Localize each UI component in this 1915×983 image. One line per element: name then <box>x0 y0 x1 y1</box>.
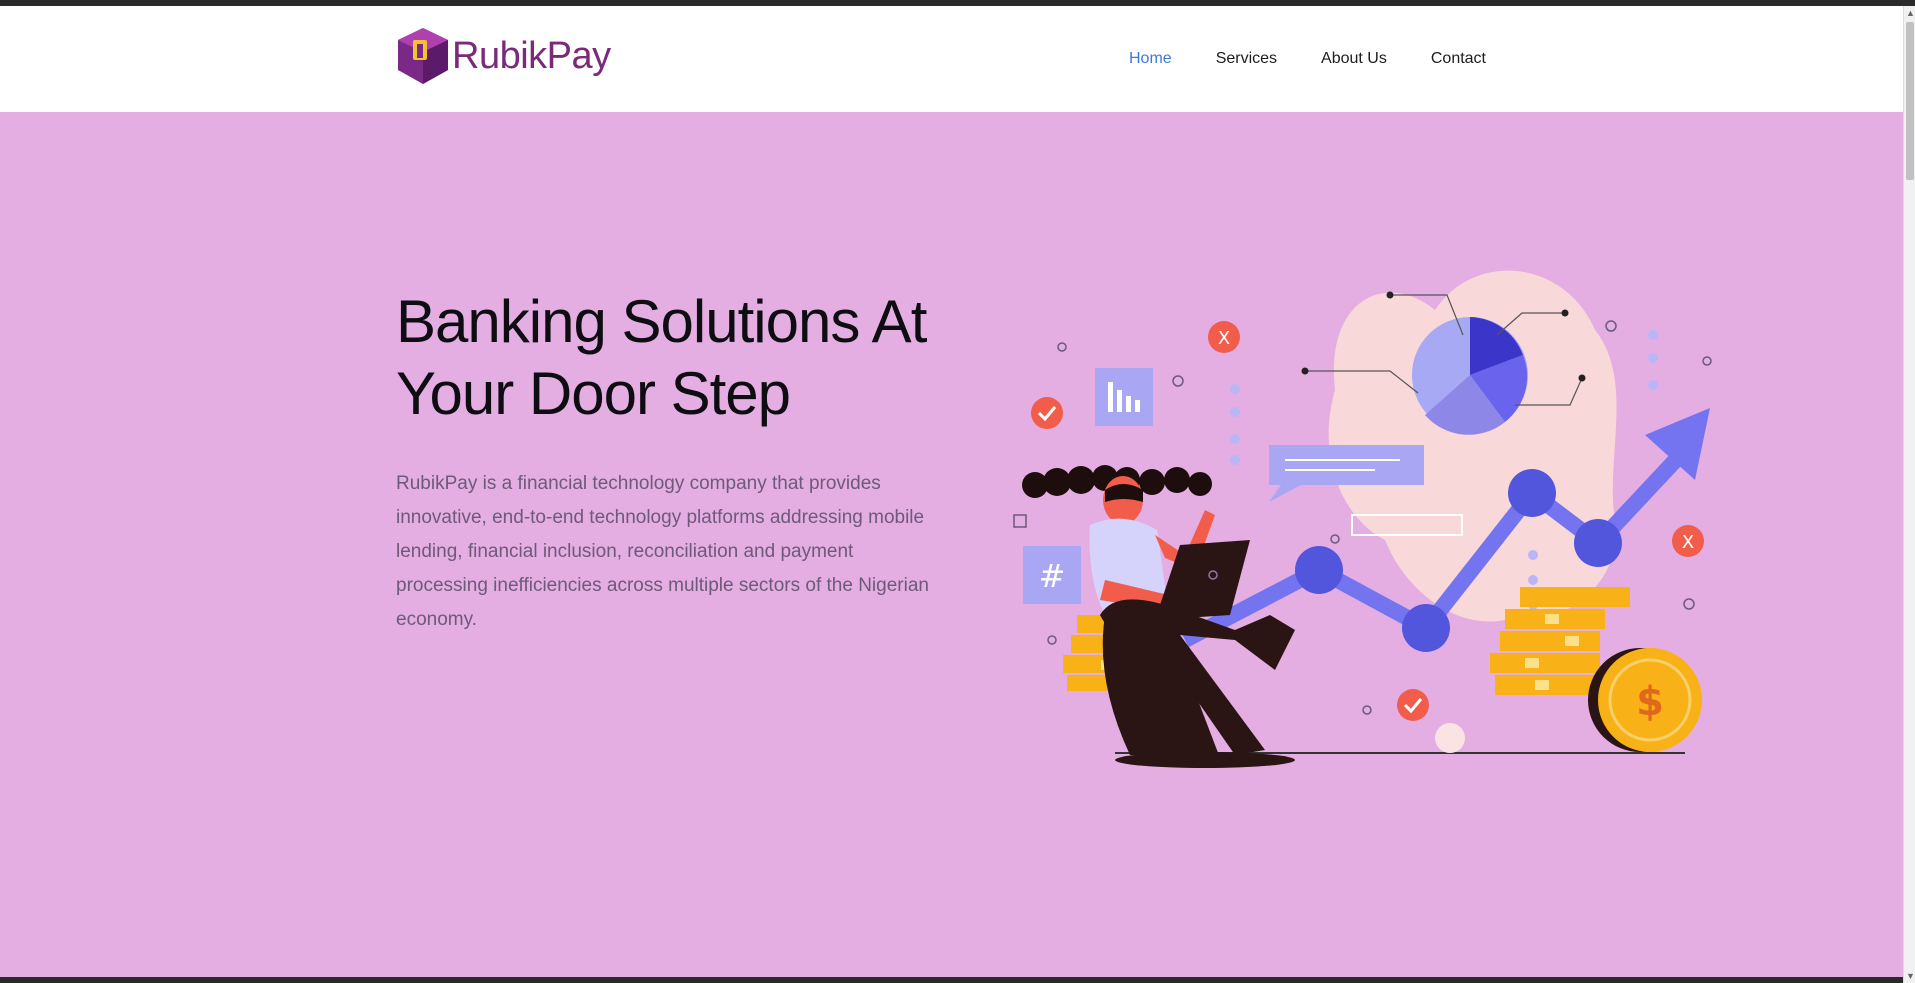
brand-logo[interactable]: RubikPay <box>396 26 611 86</box>
nav-about-us[interactable]: About Us <box>1321 50 1387 68</box>
hash-icon: # <box>1023 546 1081 604</box>
nav-contact[interactable]: Contact <box>1431 50 1486 68</box>
scroll-thumb[interactable] <box>1906 22 1914 180</box>
finance-illustration: # X X $ <box>1013 270 1712 768</box>
svg-text:X: X <box>1682 532 1694 553</box>
bar-chart-icon <box>1095 368 1153 426</box>
dollar-coin-icon: $ <box>1588 648 1702 752</box>
horizontal-scrollbar[interactable] <box>0 977 1903 983</box>
scroll-down-icon[interactable]: ▼ <box>1906 971 1915 981</box>
svg-text:$: $ <box>1636 679 1664 725</box>
scroll-up-icon[interactable]: ▲ <box>1906 8 1915 18</box>
nav-home[interactable]: Home <box>1129 50 1172 68</box>
vertical-scrollbar[interactable]: ▲ ▼ <box>1903 6 1915 983</box>
woman-figure <box>1022 465 1295 768</box>
hero-description: RubikPay is a financial technology compa… <box>396 473 929 630</box>
hero-headline: Banking Solutions At Your Door Step <box>396 288 927 427</box>
nav-services[interactable]: Services <box>1216 50 1277 68</box>
check-icon <box>1031 397 1063 429</box>
site-header: RubikPay Home Services About Us Contact <box>0 6 1903 112</box>
logo-cube-icon <box>398 28 448 84</box>
x-icon: X <box>1208 321 1240 353</box>
svg-text:X: X <box>1218 328 1230 349</box>
brand-name: RubikPay <box>452 34 611 77</box>
x-icon: X <box>1672 525 1704 557</box>
svg-text:#: # <box>1039 557 1066 595</box>
check-icon <box>1397 689 1429 721</box>
main-nav: Home Services About Us Contact <box>1129 50 1486 68</box>
